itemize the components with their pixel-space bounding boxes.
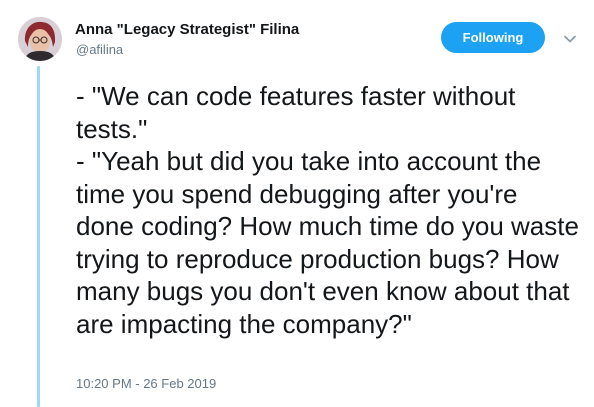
following-button[interactable]: Following	[441, 22, 545, 53]
display-name[interactable]: Anna "Legacy Strategist" Filina	[75, 21, 299, 38]
tweet-card: Anna "Legacy Strategist" Filina @afilina…	[0, 0, 594, 407]
avatar[interactable]	[18, 17, 62, 61]
tweet-timestamp[interactable]: 10:20 PM - 26 Feb 2019	[76, 376, 216, 391]
chevron-down-icon[interactable]	[563, 32, 577, 46]
avatar-image	[18, 17, 62, 61]
thread-line	[37, 66, 40, 407]
user-handle[interactable]: @afilina	[76, 42, 123, 57]
tweet-text: - "We can code features faster without t…	[76, 81, 579, 339]
